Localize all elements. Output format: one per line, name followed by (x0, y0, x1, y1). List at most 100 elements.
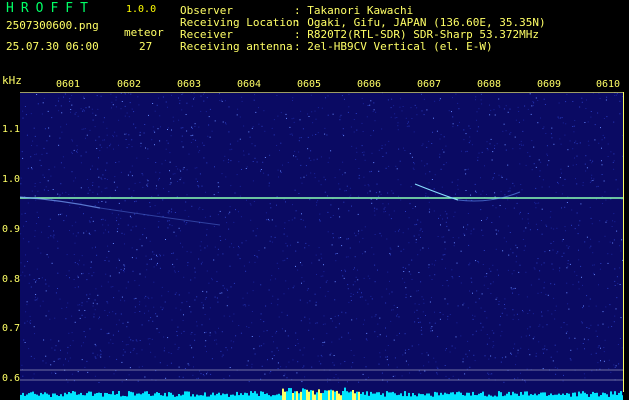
noise-dot (116, 324, 118, 326)
noise-dot (246, 326, 248, 328)
noise-dot (241, 242, 243, 244)
noise-dot (512, 182, 514, 184)
noise-dot (210, 373, 212, 375)
noise-dot (301, 264, 303, 266)
noise-dot (490, 355, 492, 357)
noise-dot (338, 208, 340, 210)
noise-dot (131, 165, 133, 167)
noise-dot (361, 97, 363, 99)
level-bar (28, 393, 30, 400)
noise-dot (128, 188, 130, 190)
noise-dot (363, 151, 365, 153)
noise-dot (98, 318, 100, 320)
noise-dot (468, 125, 470, 127)
noise-dot (224, 216, 226, 218)
noise-dot (116, 220, 117, 222)
noise-dot (565, 332, 567, 334)
noise-dot (414, 206, 416, 208)
noise-dot (619, 267, 621, 269)
noise-dot (466, 169, 468, 170)
noise-dot (419, 230, 421, 232)
noise-dot (411, 156, 413, 158)
noise-dot (619, 245, 621, 247)
noise-dot (507, 199, 509, 201)
noise-dot (162, 199, 164, 201)
noise-dot (20, 262, 22, 264)
noise-dot (327, 291, 329, 292)
noise-dot (136, 340, 138, 342)
noise-dot (591, 223, 593, 225)
noise-dot (390, 116, 392, 118)
app-version: 1.0.0 (126, 4, 157, 15)
noise-dot (520, 184, 522, 185)
noise-dot (569, 358, 571, 360)
level-bar (544, 392, 546, 400)
noise-dot (451, 269, 453, 271)
noise-dot (532, 101, 534, 102)
noise-dot (156, 185, 157, 187)
meteor-label: meteor (124, 26, 164, 39)
noise-dot (586, 167, 588, 169)
noise-dot (79, 259, 80, 261)
noise-dot (281, 311, 283, 313)
noise-dot (96, 254, 98, 256)
noise-dot (147, 158, 149, 159)
noise-dot (102, 218, 104, 220)
noise-dot (154, 205, 156, 207)
noise-dot (412, 167, 414, 169)
noise-dot (547, 310, 549, 312)
noise-dot (126, 326, 128, 328)
noise-dot (194, 277, 196, 279)
noise-dot (161, 286, 163, 288)
noise-dot (95, 139, 97, 141)
noise-dot (293, 285, 295, 287)
noise-dot (255, 235, 257, 237)
noise-dot (434, 274, 436, 276)
noise-dot (144, 376, 146, 378)
noise-dot (447, 285, 449, 287)
noise-dot (590, 353, 592, 355)
noise-dot (285, 201, 286, 203)
header-panel: HROFFT 1.0.0 2507300600.png 25.07.30 06:… (0, 0, 629, 70)
noise-dot (287, 288, 289, 290)
level-bar (428, 393, 430, 400)
noise-dot (446, 225, 448, 227)
noise-dot (321, 257, 323, 259)
noise-dot (382, 156, 384, 157)
level-bar (108, 394, 110, 400)
noise-dot (559, 177, 561, 179)
noise-dot (199, 173, 201, 175)
noise-dot (318, 360, 320, 362)
noise-dot (173, 231, 175, 233)
noise-dot (76, 150, 78, 152)
noise-dot (320, 253, 322, 255)
noise-dot (369, 104, 371, 106)
noise-dot (186, 194, 188, 196)
noise-dot (330, 318, 332, 320)
noise-dot (468, 350, 470, 352)
noise-dot (333, 355, 335, 356)
noise-dot (118, 119, 120, 121)
level-bar (260, 391, 262, 400)
noise-dot (535, 223, 537, 225)
noise-dot (206, 234, 208, 236)
noise-dot (155, 162, 157, 163)
noise-dot (458, 237, 460, 239)
noise-dot (469, 262, 471, 264)
noise-dot (349, 187, 351, 189)
noise-dot (74, 262, 76, 264)
noise-dot (403, 271, 405, 272)
noise-dot (361, 292, 362, 294)
noise-dot (437, 367, 439, 369)
level-bar (264, 394, 266, 400)
noise-dot (417, 219, 419, 221)
noise-dot (124, 133, 126, 135)
noise-dot (29, 274, 31, 276)
noise-dot (200, 241, 202, 243)
noise-dot (444, 210, 446, 212)
level-bar (44, 392, 46, 400)
noise-dot (161, 163, 163, 165)
noise-dot (468, 264, 470, 266)
noise-dot (344, 190, 346, 192)
noise-dot (83, 213, 84, 215)
